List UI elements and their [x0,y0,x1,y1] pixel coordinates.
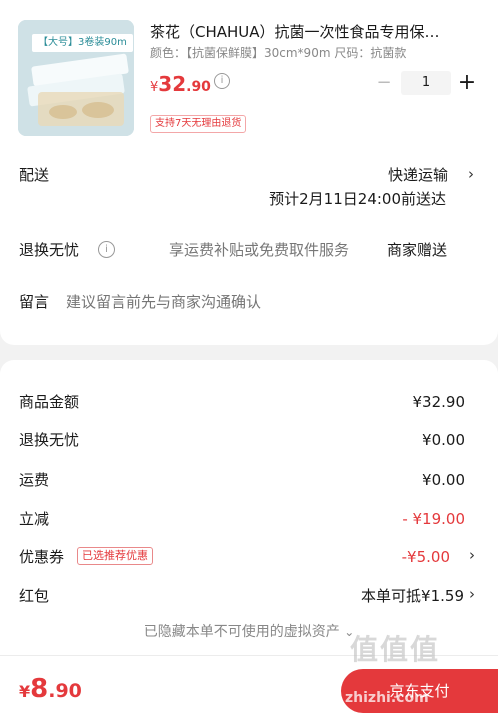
watermark-logo: 值值值 [350,633,441,666]
total-price: ¥8.90 [19,674,82,704]
goods-amount-value: ¥32.90 [412,393,466,411]
return-fee-label: 退换无忧 [19,431,80,449]
delivery-label: 配送 [19,166,50,184]
total-decimal: .90 [48,680,82,702]
delivery-method[interactable]: 快递运输 [388,164,448,186]
red-packet-value[interactable]: 本单可抵¥1.59 [361,585,464,607]
price-info-icon[interactable]: i [214,73,230,89]
quantity-input[interactable]: 1 [401,71,451,95]
instant-discount-label: 立减 [19,510,50,528]
chevron-right-icon[interactable]: › [469,585,475,603]
coupon-value[interactable]: -¥5.00 [402,546,450,568]
watermark-site: zhizhi.com [345,690,429,706]
shipping-fee-value: ¥0.00 [422,471,465,489]
delivery-estimate: 预计2月11日24:00前送达 [269,190,446,208]
price-integer: 32 [158,72,187,96]
thumbnail-badge: 【大号】3卷装90m [32,34,133,52]
hidden-assets-text: 已隐藏本单不可使用的虚拟资产 [143,624,340,640]
price-decimal: .90 [186,79,211,95]
total-integer: 8 [30,674,49,704]
return-service-label: 退换无忧 [19,241,80,259]
shipping-fee-label: 运费 [19,471,50,489]
return-info-icon[interactable]: i [98,241,115,258]
quantity-plus-button[interactable]: + [457,70,477,96]
chevron-right-icon[interactable]: › [469,546,475,564]
red-packet-label: 红包 [19,587,50,605]
message-label: 留言 [19,293,50,311]
coupon-label: 优惠券 [19,548,65,566]
coupon-recommended-tag: 已选推荐优惠 [77,547,153,565]
instant-discount-value: - ¥19.00 [402,510,465,528]
product-title[interactable]: 茶花（CHAHUA）抗菌一次性食品专用保… [150,21,480,43]
return-fee-value: ¥0.00 [422,431,465,449]
chevron-right-icon[interactable]: › [468,165,474,183]
product-spec: 颜色：【抗菌保鲜膜】30cm*90m 尺码：抗菌款 [150,46,407,60]
return-policy-badge: 支持7天无理由退货 [150,115,247,133]
product-thumbnail[interactable]: 【大号】3卷装90m [18,20,134,136]
product-price: ¥32.90 [150,72,211,96]
total-symbol: ¥ [19,682,31,701]
return-service-gift: 商家赠送 [386,241,447,259]
return-service-text: 享运费补贴或免费取件服务 [169,241,350,259]
goods-amount-label: 商品金额 [19,393,80,411]
message-input[interactable] [66,291,456,313]
quantity-minus-button[interactable]: − [375,72,393,94]
